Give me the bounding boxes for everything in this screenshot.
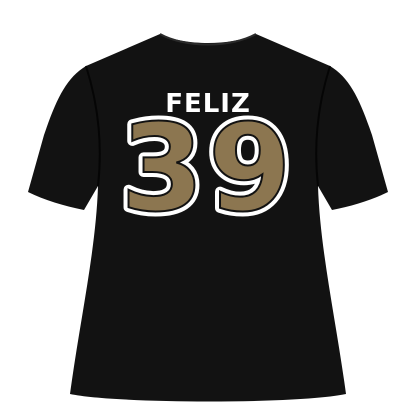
player-number: 39: [121, 100, 296, 239]
product-image: FELIZ 39 39: [0, 0, 416, 416]
tshirt-back-icon: FELIZ 39 39: [28, 33, 388, 402]
